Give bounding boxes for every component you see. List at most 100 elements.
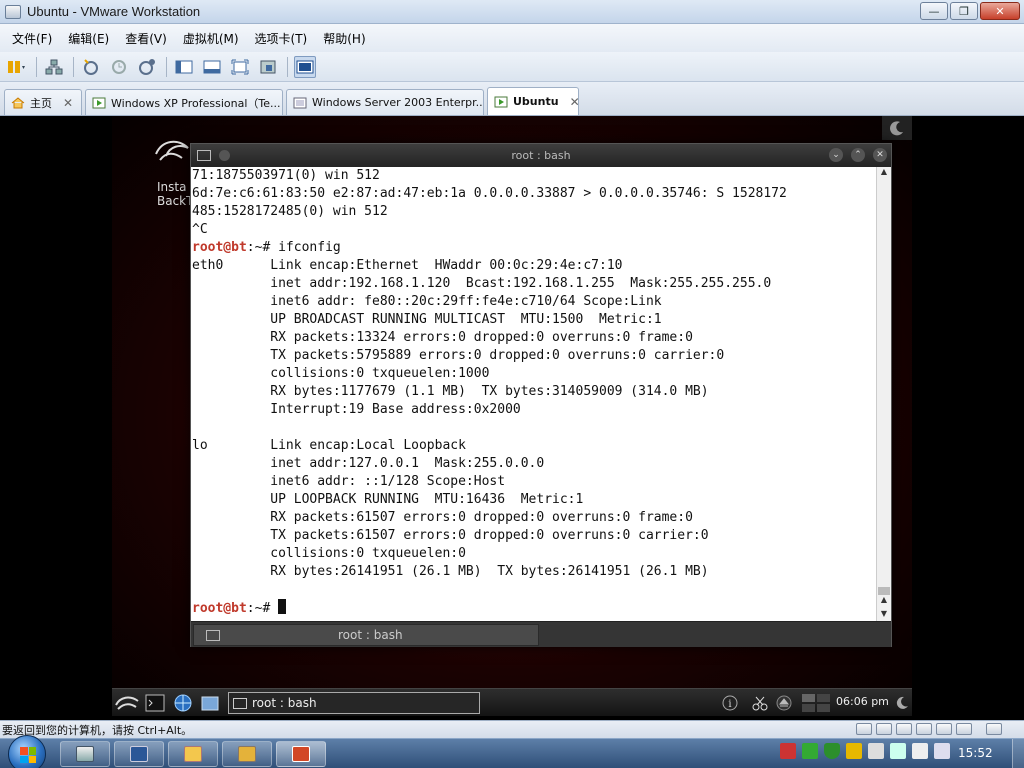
guest-task-root-bash[interactable]: root : bash bbox=[228, 692, 480, 714]
guest-clock[interactable]: 06:06 pm bbox=[836, 695, 889, 708]
maximize-button[interactable]: ❐ bbox=[950, 2, 978, 20]
terminal-maximize-button[interactable]: ⌃ bbox=[851, 148, 865, 162]
menu-file[interactable]: 文件(F) bbox=[6, 27, 58, 50]
taskbar-explorer[interactable] bbox=[168, 741, 218, 767]
tab-home[interactable]: 主页 ✕ bbox=[4, 89, 82, 115]
tray-app-icon[interactable] bbox=[780, 743, 796, 759]
moon-icon[interactable] bbox=[894, 693, 910, 713]
network-button[interactable] bbox=[43, 56, 65, 78]
tab-ubuntu[interactable]: Ubuntu ✕ bbox=[487, 87, 579, 115]
menu-help[interactable]: 帮助(H) bbox=[317, 27, 371, 50]
terminal-launcher[interactable] bbox=[144, 693, 166, 713]
vm-icon bbox=[293, 97, 307, 108]
terminal-line: 6d:7e:c6:61:83:50 e2:87:ad:47:eb:1a 0.0.… bbox=[192, 185, 877, 203]
eject-icon[interactable] bbox=[774, 693, 794, 713]
start-button[interactable] bbox=[8, 735, 46, 768]
vmware-icon bbox=[76, 746, 94, 762]
terminal-icon bbox=[145, 694, 165, 712]
minimize-icon: — bbox=[928, 4, 940, 18]
shield-icon[interactable] bbox=[824, 743, 840, 759]
console-view-button[interactable] bbox=[294, 55, 316, 78]
files-launcher[interactable] bbox=[200, 693, 220, 713]
terminal-window[interactable]: root : bash ⌄ ⌃ ✕ 71:1875503971(0) win 5… bbox=[190, 143, 892, 647]
terminal-line: RX bytes:1177679 (1.1 MB) TX bytes:31405… bbox=[192, 383, 877, 401]
sound-card-icon[interactable] bbox=[936, 723, 952, 735]
terminal-line: RX bytes:26141951 (26.1 MB) TX bytes:261… bbox=[192, 563, 877, 581]
system-tray bbox=[780, 743, 950, 759]
terminal-scrollbar[interactable]: ▲ ▲ ▼ bbox=[876, 167, 891, 621]
suspend-button[interactable] bbox=[6, 56, 28, 78]
tab-windows-server-2003[interactable]: Windows Server 2003 Enterpr... ✕ bbox=[286, 89, 484, 115]
full-screen-button[interactable] bbox=[229, 56, 251, 78]
revert-snapshot-button[interactable] bbox=[108, 56, 130, 78]
terminal-output[interactable]: 71:1875503971(0) win 512 6d:7e:c6:61:83:5… bbox=[191, 167, 877, 621]
scroll-down-icon[interactable]: ▼ bbox=[877, 609, 891, 621]
terminal-titlebar[interactable]: root : bash ⌄ ⌃ ✕ bbox=[191, 144, 891, 167]
taskbar-app[interactable] bbox=[222, 741, 272, 767]
unity-icon bbox=[260, 60, 276, 73]
tray-green-icon[interactable] bbox=[802, 743, 818, 759]
display-icon[interactable] bbox=[956, 723, 972, 735]
unity-button[interactable] bbox=[257, 56, 279, 78]
terminal-minimize-button[interactable]: ⌄ bbox=[829, 148, 843, 162]
menu-view[interactable]: 查看(V) bbox=[119, 27, 173, 50]
prompt-path: :~# bbox=[246, 240, 279, 255]
workspace-switcher[interactable] bbox=[800, 693, 832, 713]
scroll-thumb[interactable] bbox=[878, 587, 890, 595]
cd-drive-icon[interactable] bbox=[876, 723, 892, 735]
tray-settings-icon[interactable] bbox=[868, 743, 884, 759]
tray-security-icon[interactable] bbox=[846, 743, 862, 759]
vm-tab-bar: 主页 ✕ Windows XP Professional（Te... ✕ Win… bbox=[0, 82, 1024, 116]
tab-close-icon[interactable]: ✕ bbox=[63, 96, 73, 110]
terminal-line: inet addr:127.0.0.1 Mask:255.0.0.0 bbox=[192, 455, 877, 473]
info-icon[interactable]: i bbox=[720, 693, 740, 713]
backtrack-dragon-icon[interactable] bbox=[152, 134, 192, 174]
tab-windows-xp[interactable]: Windows XP Professional（Te... ✕ bbox=[85, 89, 283, 115]
snapshot-button[interactable] bbox=[80, 56, 102, 78]
guest-corner-widget[interactable] bbox=[882, 116, 912, 140]
scissors-icon[interactable] bbox=[750, 693, 770, 713]
taskbar-powerpoint[interactable] bbox=[276, 741, 326, 767]
network-adapter-icon[interactable] bbox=[896, 723, 912, 735]
network-icon[interactable] bbox=[890, 743, 906, 759]
taskbar-word[interactable] bbox=[114, 741, 164, 767]
show-desktop-button[interactable] bbox=[1012, 739, 1024, 768]
system-clock[interactable]: 15:52 bbox=[958, 746, 993, 760]
terminal-line: UP LOOPBACK RUNNING MTU:16436 Metric:1 bbox=[192, 491, 877, 509]
guest-display[interactable]: Insta BackTr root : bash ⌄ ⌃ ✕ 71:187550… bbox=[0, 116, 1024, 720]
hard-disk-icon[interactable] bbox=[856, 723, 872, 735]
scroll-up-icon[interactable]: ▲ bbox=[877, 167, 891, 179]
terminal-line-text: 485:1528172485(0) win 512 bbox=[192, 204, 388, 219]
terminal-line: inet6 addr: fe80::20c:29ff:fe4e:c710/64 … bbox=[192, 293, 877, 311]
terminal-line-text: inet addr:127.0.0.1 Mask:255.0.0.0 bbox=[192, 456, 545, 471]
volume-icon[interactable] bbox=[934, 743, 950, 759]
close-button[interactable]: ✕ bbox=[980, 2, 1020, 20]
restore-icon: ❐ bbox=[959, 4, 969, 18]
moon-icon bbox=[890, 121, 903, 136]
show-library-button[interactable] bbox=[173, 56, 195, 78]
tab-close-icon[interactable]: ✕ bbox=[570, 95, 578, 109]
menu-bar: 文件(F) 编辑(E) 查看(V) 虚拟机(M) 选项卡(T) 帮助(H) bbox=[0, 24, 1024, 52]
package-icon bbox=[238, 746, 256, 762]
fullscreen-icon bbox=[231, 59, 249, 74]
tray-flag-icon[interactable] bbox=[912, 743, 928, 759]
menu-vm[interactable]: 虚拟机(M) bbox=[177, 27, 245, 50]
taskbar-vmware[interactable] bbox=[60, 741, 110, 767]
minimize-button[interactable]: — bbox=[920, 2, 948, 20]
scroll-up-icon[interactable]: ▲ bbox=[877, 595, 891, 607]
menu-tabs[interactable]: 选项卡(T) bbox=[249, 27, 314, 50]
terminal-close-button[interactable]: ✕ bbox=[873, 148, 887, 162]
usb-device-icon[interactable] bbox=[916, 723, 932, 735]
home-icon bbox=[11, 96, 25, 108]
prompt-user: root@bt bbox=[192, 240, 247, 255]
backtrack-menu-icon[interactable] bbox=[114, 693, 140, 713]
terminal-line: TX packets:5795889 errors:0 dropped:0 ov… bbox=[192, 347, 877, 365]
revert-icon bbox=[112, 59, 126, 74]
message-log-icon[interactable] bbox=[986, 723, 1002, 735]
browser-launcher[interactable] bbox=[172, 693, 194, 713]
snapshot-manager-button[interactable] bbox=[136, 56, 158, 78]
menu-edit[interactable]: 编辑(E) bbox=[62, 27, 115, 50]
thumbnail-button[interactable] bbox=[201, 56, 223, 78]
terminal-tab[interactable]: root : bash bbox=[193, 624, 539, 646]
tab-label: Windows Server 2003 Enterpr... bbox=[312, 96, 484, 109]
